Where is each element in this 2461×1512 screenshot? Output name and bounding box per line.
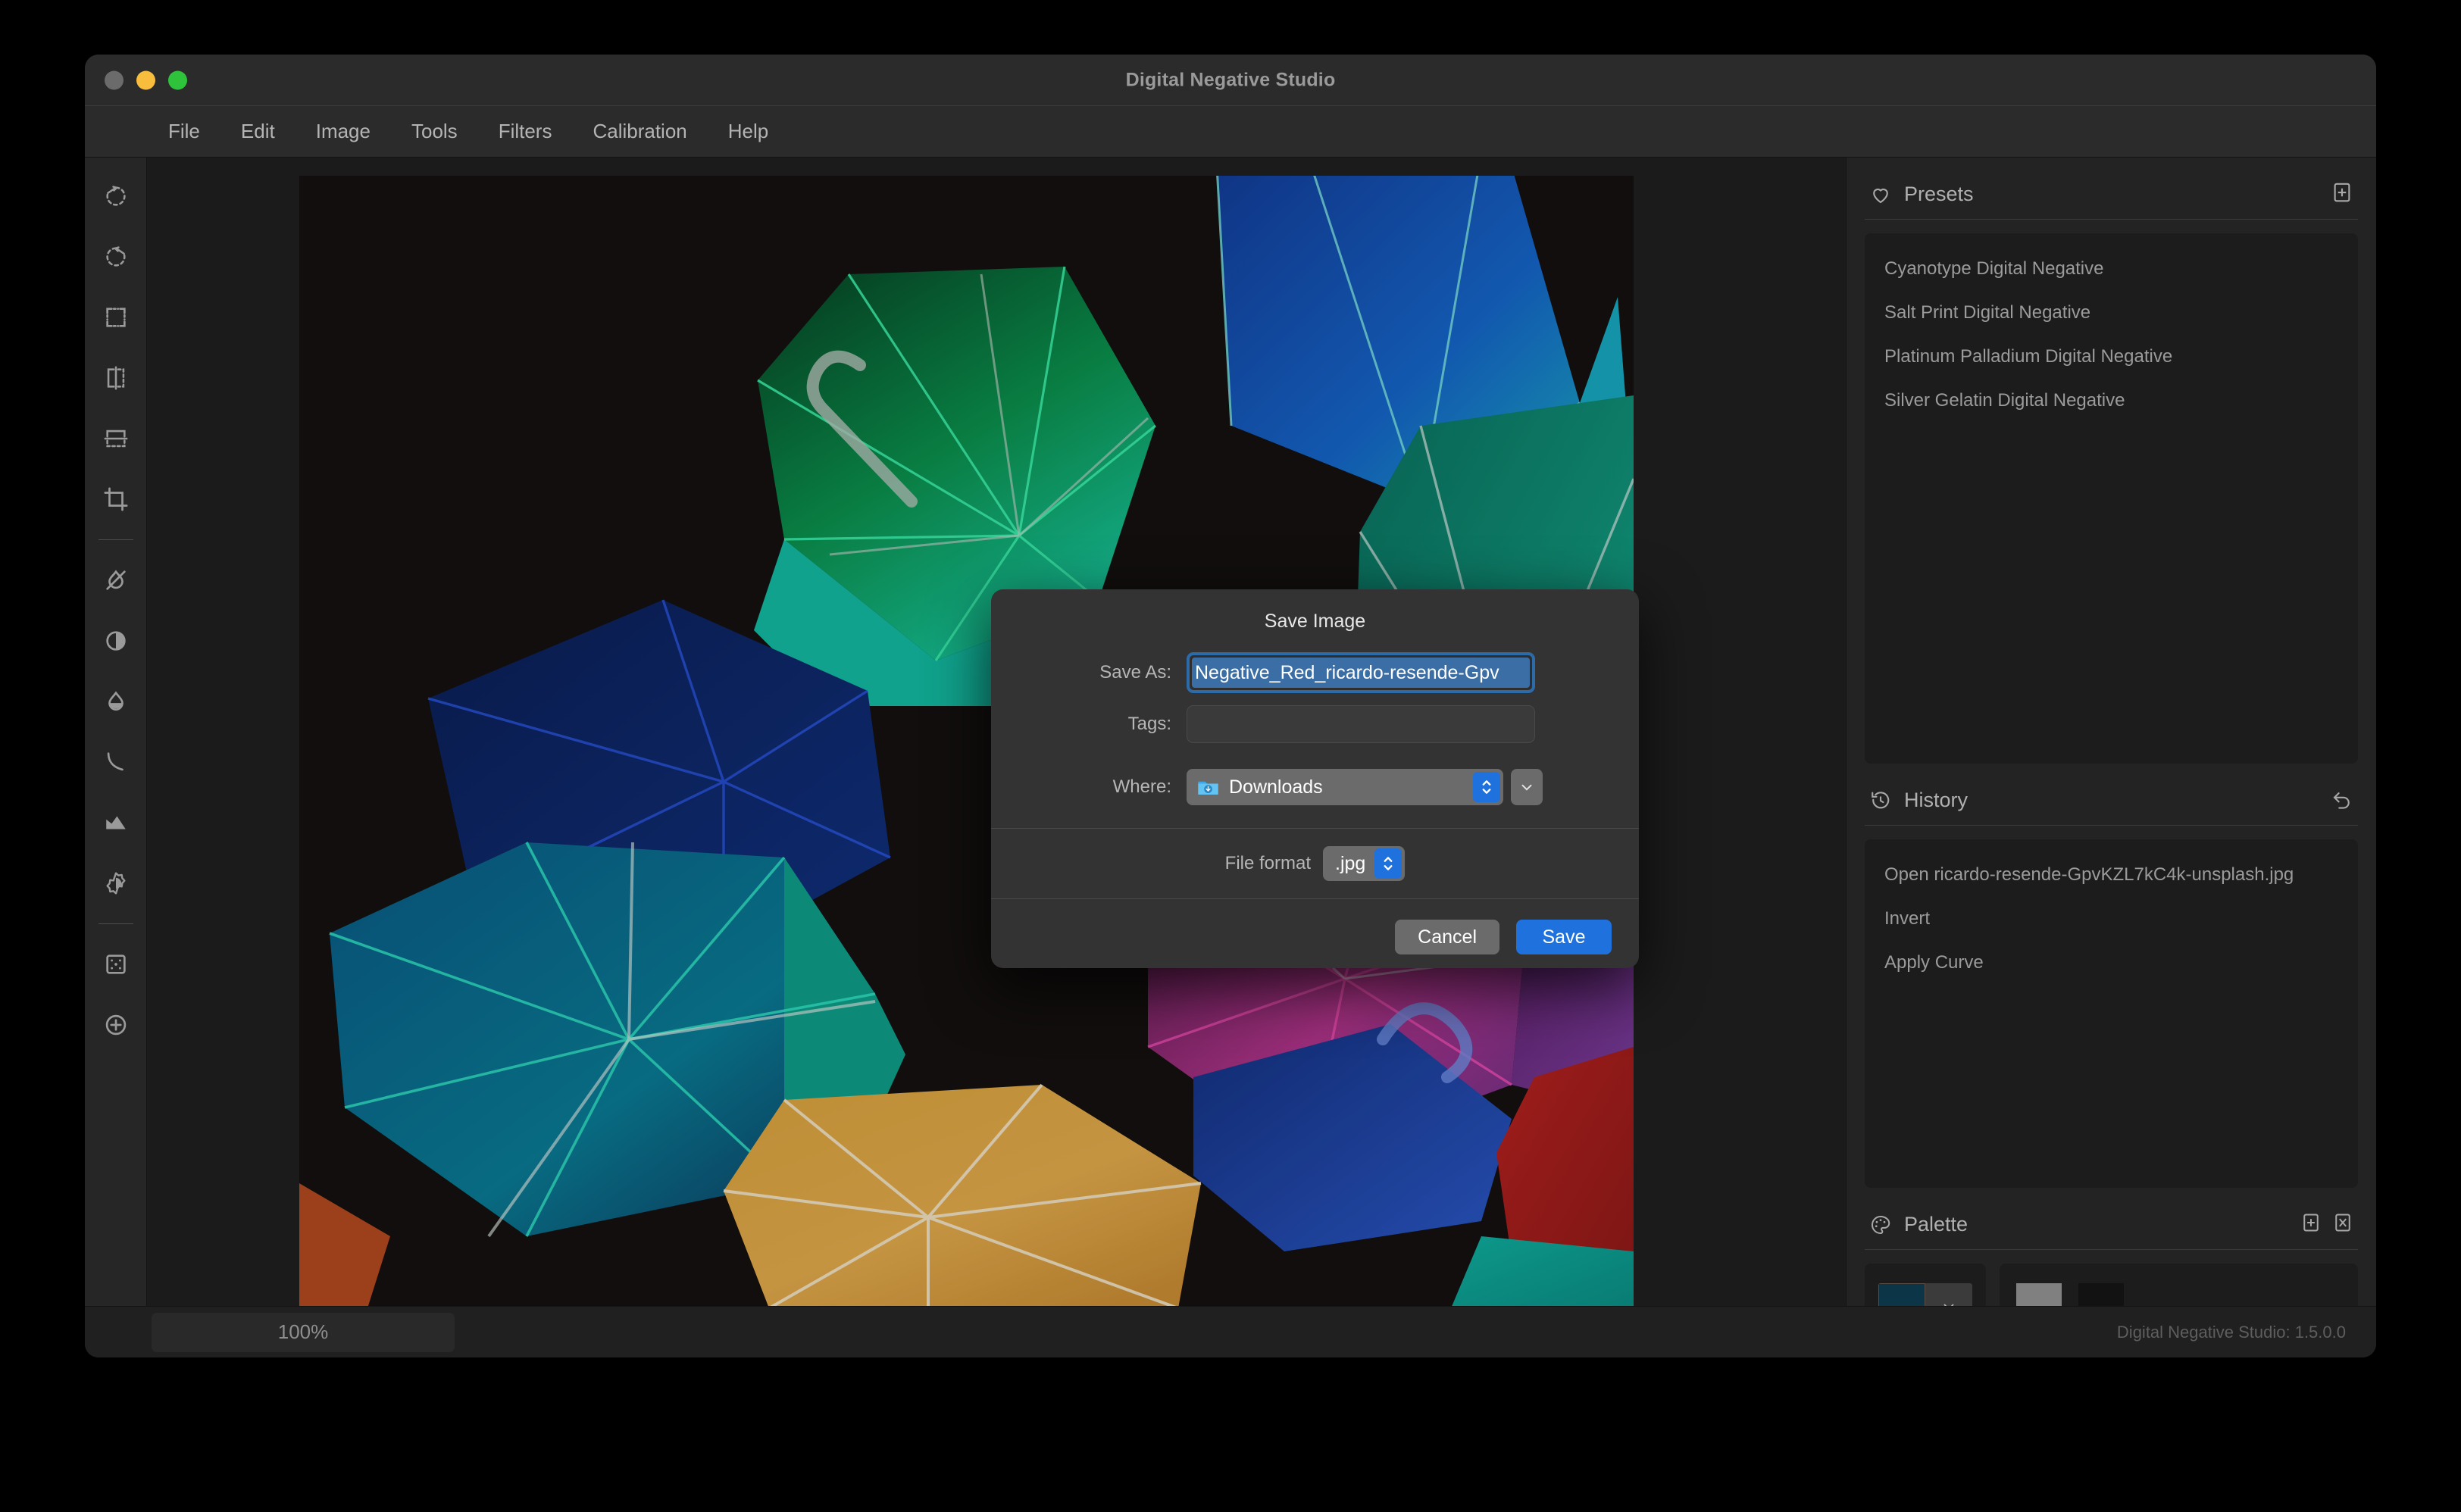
dialog-buttons: Cancel Save: [991, 899, 1639, 968]
file-format-label: File format: [1225, 853, 1311, 874]
tags-row: Tags:: [991, 705, 1639, 743]
tags-label: Tags:: [991, 714, 1187, 735]
where-label: Where:: [991, 776, 1187, 798]
file-format-value: .jpg: [1335, 853, 1365, 875]
cancel-button[interactable]: Cancel: [1395, 920, 1499, 954]
modal-backdrop: Save Image Save As: Tags: Where:: [85, 55, 2376, 1357]
where-row: Where: Downloads: [991, 769, 1639, 805]
save-as-input[interactable]: [1192, 658, 1530, 688]
save-image-dialog: Save Image Save As: Tags: Where:: [991, 589, 1639, 968]
file-format-row: File format .jpg: [991, 829, 1639, 898]
save-as-field-wrapper[interactable]: [1187, 652, 1535, 693]
file-format-select[interactable]: .jpg: [1323, 846, 1405, 881]
tags-input[interactable]: [1187, 705, 1535, 743]
save-button[interactable]: Save: [1516, 920, 1612, 954]
where-value: Downloads: [1229, 776, 1473, 798]
dialog-fields: Save As: Tags: Where:: [991, 633, 1639, 828]
app-window: Digital Negative Studio File Edit Image …: [85, 55, 2376, 1357]
downloads-folder-icon: [1196, 775, 1220, 799]
save-as-label: Save As:: [991, 662, 1187, 683]
where-stepper-icon[interactable]: [1473, 772, 1500, 802]
where-select[interactable]: Downloads: [1187, 769, 1503, 805]
save-as-row: Save As:: [991, 652, 1639, 693]
file-format-stepper-icon[interactable]: [1374, 848, 1402, 879]
where-expand-button[interactable]: [1511, 769, 1543, 805]
dialog-title: Save Image: [991, 589, 1639, 633]
